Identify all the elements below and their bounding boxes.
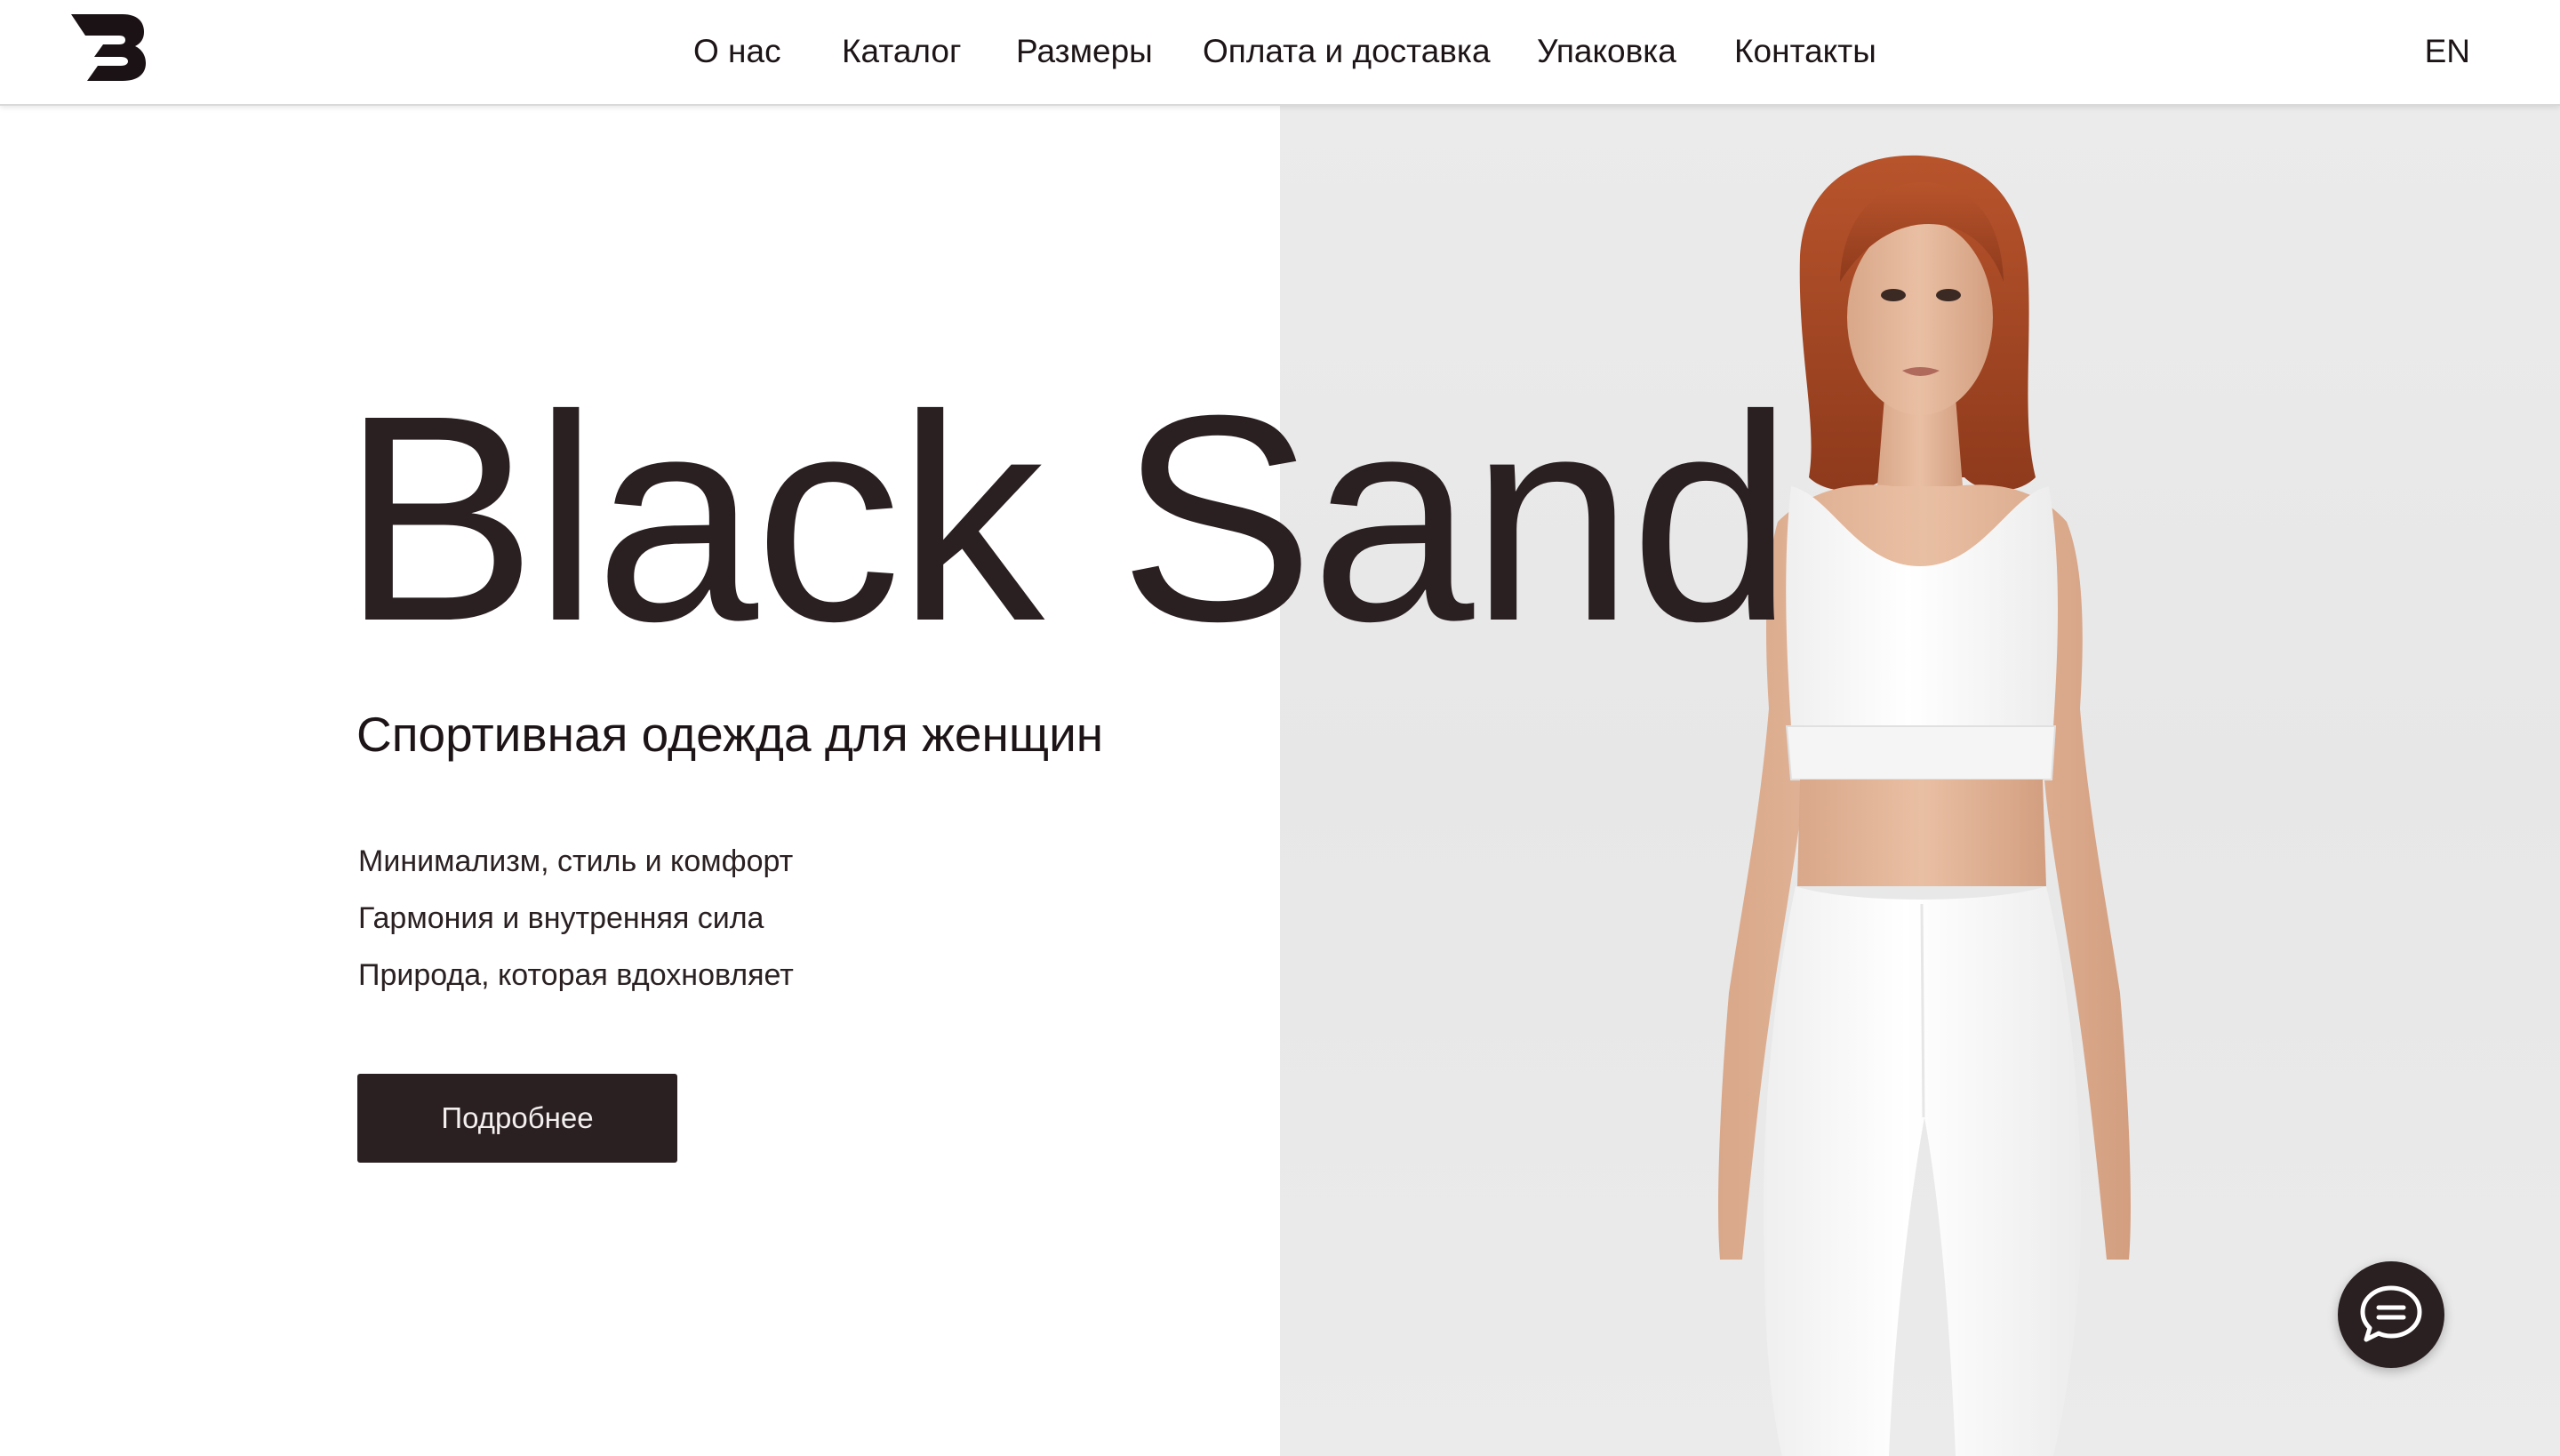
more-details-button[interactable]: Подробнее (357, 1074, 677, 1163)
site-header: О нас Каталог Размеры Оплата и доставка … (0, 0, 2560, 106)
nav-item-contacts[interactable]: Контакты (1734, 32, 1876, 71)
nav-item-about[interactable]: О нас (693, 32, 781, 71)
hero-title: Black Sand (341, 354, 1793, 682)
nav-item-catalog[interactable]: Каталог (842, 32, 962, 71)
main-navigation: О нас Каталог Размеры Оплата и доставка … (0, 0, 2560, 104)
feature-item: Минимализм, стиль и комфорт (358, 844, 794, 878)
hero-photo (1280, 104, 2560, 1456)
feature-list: Минимализм, стиль и комфорт Гармония и в… (358, 833, 794, 1004)
feature-item: Природа, которая вдохновляет (358, 958, 794, 992)
feature-item: Гармония и внутренняя сила (358, 901, 764, 935)
language-switch[interactable]: EN (2425, 32, 2470, 71)
chat-button[interactable] (2338, 1261, 2444, 1368)
nav-item-sizes[interactable]: Размеры (1016, 32, 1153, 71)
chat-bubble-icon (2360, 1285, 2422, 1342)
nav-item-payment-delivery[interactable]: Оплата и доставка (1203, 32, 1491, 71)
hero-subtitle: Спортивная одежда для женщин (356, 707, 1104, 762)
brand-logo-icon[interactable] (69, 12, 146, 82)
nav-item-packaging[interactable]: Упаковка (1537, 32, 1676, 71)
model-illustration (1718, 155, 2131, 1456)
